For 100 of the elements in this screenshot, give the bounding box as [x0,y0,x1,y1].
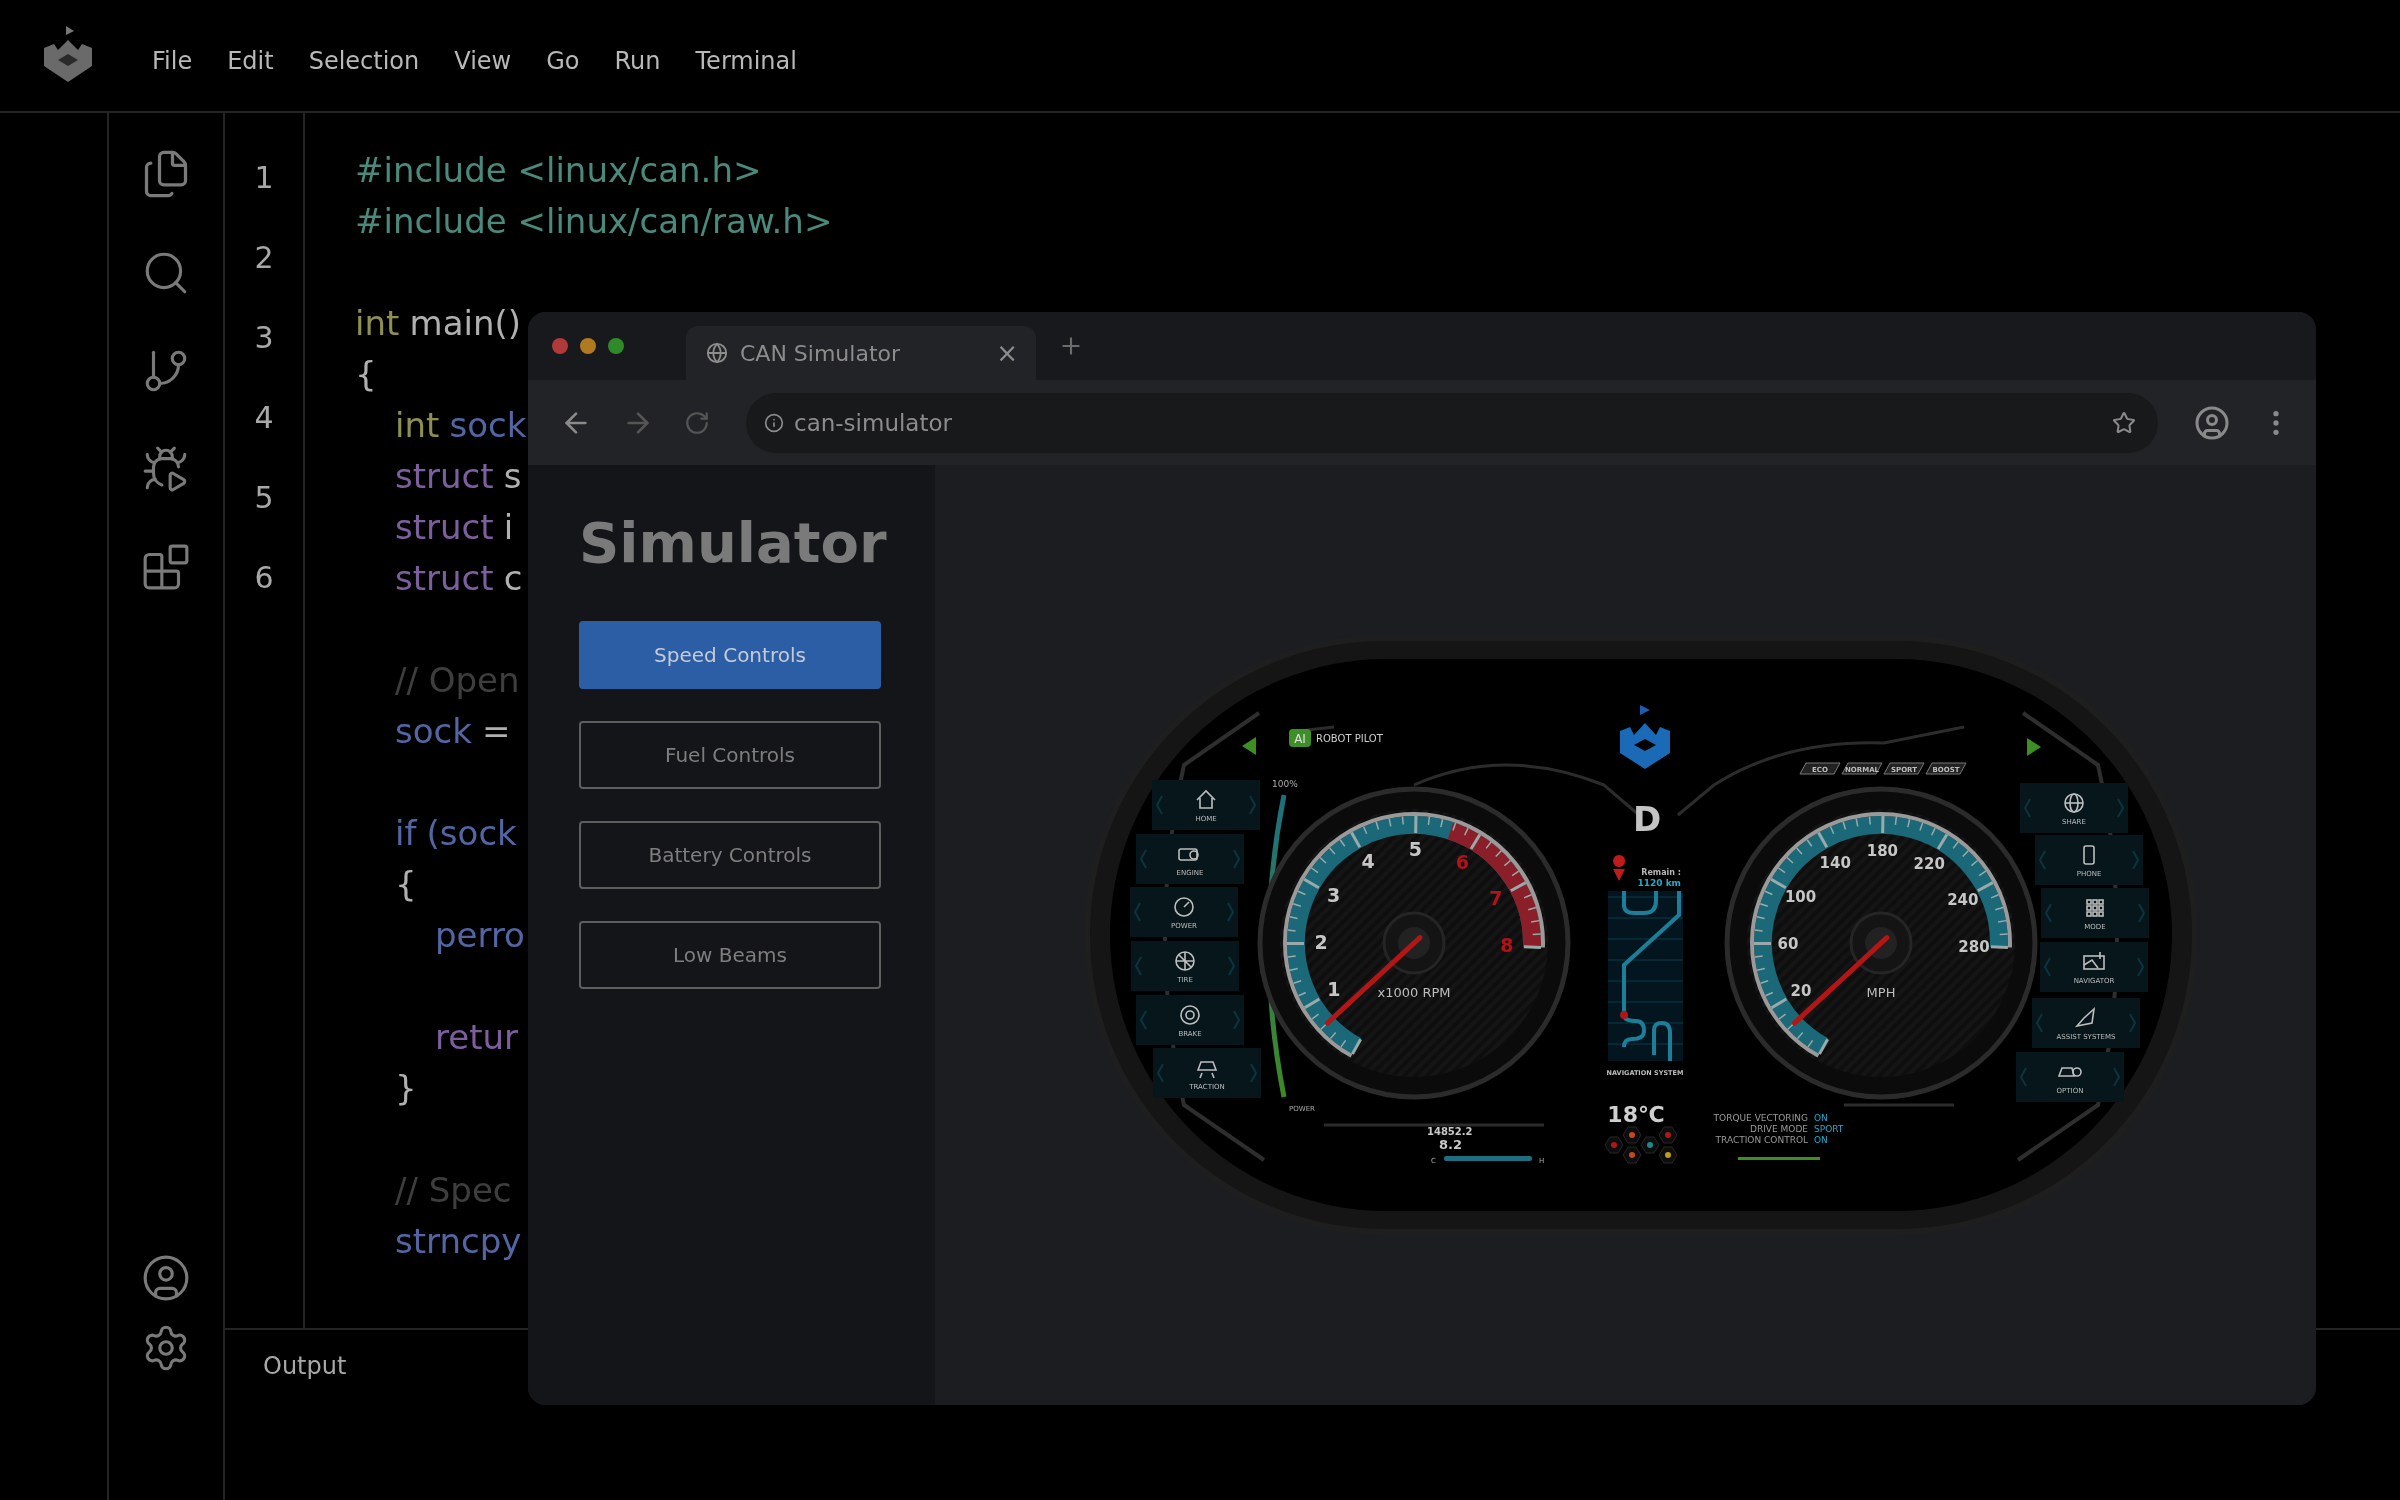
menu-item[interactable]: View [454,46,512,75]
line-number: 2 [254,239,274,277]
fuel-average: 8.2 [1438,1137,1462,1152]
gauge-number: 220 [1913,855,1945,874]
wheel-icon [1174,951,1195,971]
logo-icon [1619,705,1670,769]
warning-light-icon [1658,1126,1677,1144]
code-line: #include <linux/can.h> [355,149,762,192]
line-number: 6 [254,559,274,597]
output-tab[interactable]: Output [263,1352,347,1380]
gauge-number: 280 [1957,938,1990,957]
gauge-number: 5 [1408,838,1422,860]
address-bar[interactable]: can-simulator [746,392,2158,453]
maximize-window-icon[interactable] [608,338,624,354]
globe-icon [706,342,728,364]
phone-icon [2082,845,2095,865]
car-icon [1196,1061,1217,1079]
remain-value: 1120 km [1636,878,1681,888]
menu-item[interactable]: Go [546,46,580,75]
menu-item[interactable]: Edit [227,46,274,75]
grid-icon [2085,899,2104,917]
status-value: SPORT [1813,1124,1843,1134]
location-pin-icon [1612,855,1625,881]
account-icon[interactable] [141,1253,191,1303]
profile-button[interactable] [2194,404,2230,441]
code-line: perro [434,914,525,957]
info-icon [764,412,784,433]
house-icon [1195,789,1216,809]
control-button[interactable]: Speed Controls [579,621,881,689]
bookmark-star-icon[interactable] [2112,410,2136,435]
control-button[interactable]: Low Beams [579,921,881,989]
code-line: int main() [355,302,521,345]
tab-title: CAN Simulator [740,340,902,366]
code-line: if (sock [394,812,517,855]
gauge-number: 7 [1488,886,1502,909]
gauge-number: 8 [1499,934,1514,957]
warning-light-icon [1604,1136,1623,1154]
code-line: } [394,1067,417,1110]
status-label: DRIVE MODE [1749,1124,1808,1134]
gauge-number: 2 [1313,931,1328,954]
gauge-number: 100 [1784,888,1816,907]
warning-light-icon [1658,1146,1677,1164]
code-line: struct i [394,506,514,549]
odometer-total: 14852.2 [1426,1126,1473,1137]
globe-icon [2063,793,2084,813]
menu-item[interactable]: Selection [308,46,420,75]
power-max-label: 100% [1271,779,1298,789]
warning-light-icon [1640,1136,1659,1154]
code-line: strncpy [394,1220,522,1263]
status-label: TRACTION CONTROL [1715,1135,1808,1145]
map-icon [2082,951,2105,970]
browser-tab[interactable]: CAN Simulator × [686,326,1036,380]
code-line: { [355,353,377,396]
autopilot-label: ROBOT PILOT [1315,733,1383,744]
gauge-unit: x1000 RPM [1377,985,1450,1000]
brake-disc-icon [1179,1005,1200,1025]
gear-indicator: D [1632,799,1661,839]
line-number: 5 [254,479,274,517]
menu-item[interactable]: Terminal [695,46,797,75]
code-line: sock = [394,710,511,753]
minimize-window-icon[interactable] [580,338,596,354]
control-button[interactable]: Battery Controls [579,821,881,889]
warning-light-icon [1622,1126,1641,1144]
extensions-icon[interactable] [141,542,191,592]
page-title: Simulator [579,510,888,575]
right-arrow-icon[interactable] [2026,738,2041,756]
gauge-number: 4 [1361,850,1375,873]
gauge-unit: MPH [1866,985,1895,1000]
menu-item[interactable]: File [152,46,193,75]
code-line: struct c [394,557,523,600]
gauge-number: 60 [1777,935,1798,954]
address-text: can-simulator [794,409,953,436]
close-tab-button[interactable]: × [992,338,1022,368]
code-line: int sock [394,404,527,447]
status-value: ON [1813,1113,1828,1123]
close-window-icon[interactable] [552,338,568,354]
gauge-number: 240 [1946,890,1978,909]
line-number: 3 [254,319,274,357]
gauge-number: 140 [1819,854,1851,873]
control-button[interactable]: Fuel Controls [579,721,881,789]
code-line: // Open [394,659,520,702]
code-line: { [394,863,417,906]
status-value: ON [1813,1135,1828,1145]
line-number: 1 [254,159,274,197]
autopilot-badge: AI [1288,729,1311,747]
gauge-number: 180 [1866,842,1898,860]
speedometer-icon [1173,897,1194,917]
menu-item[interactable]: Run [614,46,661,75]
gauge-number: 1 [1326,978,1341,1001]
temperature-reading: 18℃ [1606,1102,1665,1127]
code-line: #include <linux/can/raw.h> [355,200,833,243]
left-arrow-icon[interactable] [1241,737,1256,755]
status-label: TORQUE VECTORING [1713,1113,1808,1123]
gauge-number: 3 [1326,884,1340,907]
code-line: struct s [394,455,522,498]
code-line: // Spec [394,1169,512,1212]
car-gear-icon [2057,1067,2082,1077]
gauge-number: 6 [1455,851,1469,874]
gauge-number: 20 [1790,982,1811,1001]
code-line: retur [434,1016,518,1059]
